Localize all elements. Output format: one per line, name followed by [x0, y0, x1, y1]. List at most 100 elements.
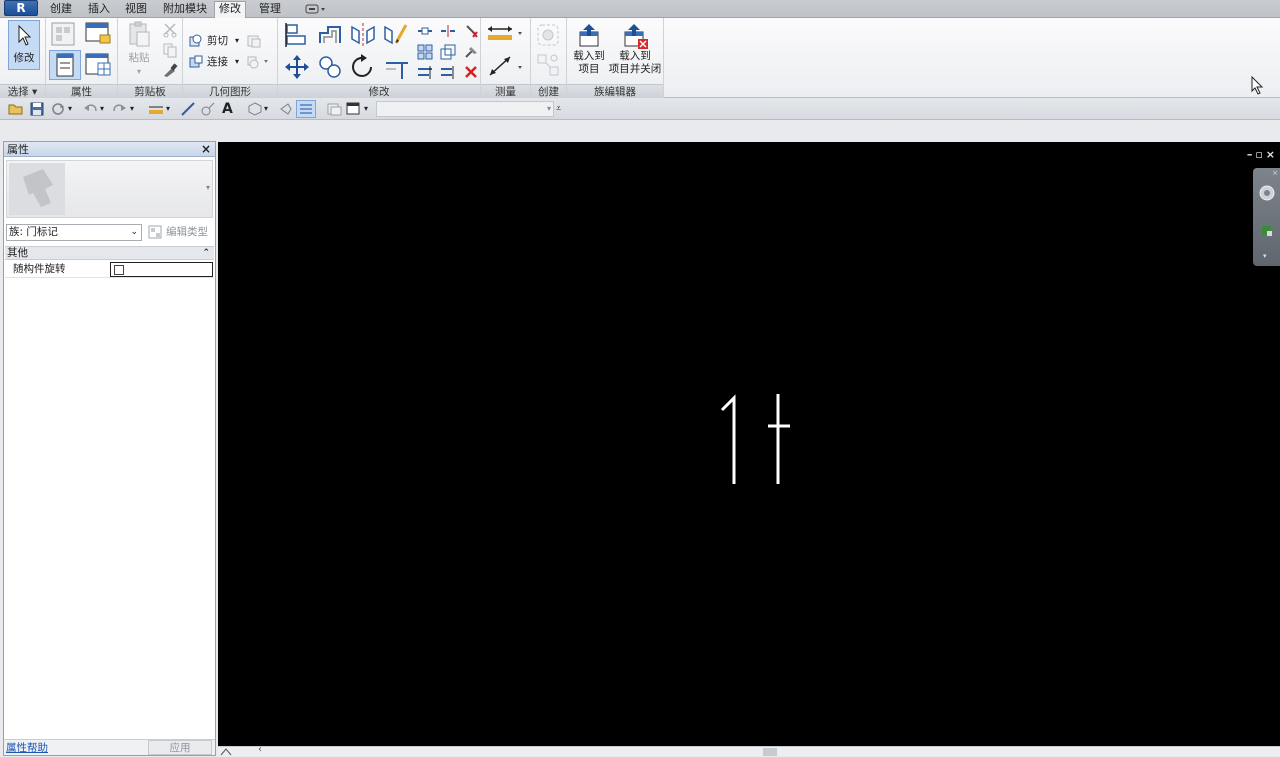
measure-between-references-icon[interactable] — [486, 23, 526, 45]
thin-lines-toggle[interactable] — [296, 100, 316, 118]
switch-windows-icon[interactable] — [346, 101, 362, 117]
customize-qat-icon[interactable]: ⩡ — [556, 101, 572, 117]
zoom-region-icon[interactable] — [1258, 222, 1276, 240]
join-dropdown-icon[interactable]: ▾ — [235, 55, 239, 69]
trim-multiple-icon[interactable] — [417, 64, 433, 80]
pin-icon[interactable] — [463, 44, 479, 60]
properties-palette: 属性 × ▾ 族: 门标记 ⌄ 编辑类型 其他 ⌃ 随构件旋转 属性帮助 应用 — [3, 141, 216, 756]
select-panel-label[interactable]: 选择 ▾ — [0, 84, 45, 98]
open-folder-icon[interactable] — [8, 101, 24, 117]
unpin-icon[interactable] — [463, 23, 479, 39]
tab-modify[interactable]: 修改 — [214, 1, 246, 19]
redo-dropdown-icon[interactable]: ▾ — [130, 101, 146, 117]
copy-icon[interactable] — [162, 42, 178, 58]
load-into-project-button[interactable]: 载入到 项目 — [569, 22, 609, 76]
copy-element-icon[interactable] — [316, 53, 344, 81]
family-filter-select[interactable]: 族: 门标记 ⌄ — [6, 224, 142, 241]
measure-panel: 测量 — [481, 18, 531, 98]
cut-scissors-icon[interactable] — [162, 22, 178, 38]
text-icon[interactable]: A — [222, 101, 238, 117]
family-types-icon[interactable] — [50, 21, 80, 47]
tag-by-category-icon[interactable] — [200, 101, 216, 117]
family-editor-panel: 载入到 项目 载入到 项目并关闭 族编辑器 — [567, 18, 664, 98]
create-group-icon[interactable] — [535, 22, 563, 48]
quick-access-toolbar: ▾ ▾ ▾ ▾ A ▾ ▾ ▾ ⩡ — [0, 98, 1280, 120]
properties-title: 属性 — [7, 143, 29, 156]
create-similar-icon[interactable] — [535, 52, 563, 80]
mirror-pick-axis-icon[interactable] — [349, 21, 377, 49]
mirror-draw-axis-icon[interactable] — [382, 21, 410, 49]
scroll-left-icon[interactable]: ‹ — [258, 744, 262, 755]
drawing-area[interactable]: –▫× × ▾ 1 — [218, 142, 1280, 746]
default-3d-view-icon[interactable] — [247, 101, 263, 117]
type-selector[interactable]: ▾ — [6, 160, 213, 218]
rotate-with-component-checkbox[interactable] — [114, 265, 124, 275]
measure-icon[interactable] — [180, 101, 196, 117]
cut-geometry-button[interactable]: 剪切 — [207, 34, 228, 48]
paste-button[interactable]: 粘贴 ▾ — [122, 20, 156, 78]
family-editor-panel-label: 族编辑器 — [567, 84, 663, 98]
scale-icon[interactable] — [440, 44, 456, 60]
match-properties-icon[interactable] — [162, 62, 178, 78]
rotate-icon[interactable] — [349, 53, 377, 81]
tab-view[interactable]: 视图 — [121, 2, 151, 18]
tab-create[interactable]: 创建 — [46, 2, 76, 18]
navigation-bar: × ▾ — [1253, 168, 1280, 266]
trim-extend-corner-icon[interactable] — [382, 53, 410, 81]
close-view-icon[interactable]: × — [1266, 148, 1278, 161]
qat-combo-box[interactable]: ▾ — [376, 101, 554, 117]
redo-icon[interactable] — [112, 101, 128, 117]
offset-icon[interactable] — [316, 21, 344, 49]
tab-addins[interactable]: 附加模块 — [159, 2, 211, 18]
load-into-project-and-close-button[interactable]: 载入到 项目并关闭 — [607, 22, 663, 76]
ribbon-minimize-toggle[interactable] — [304, 3, 328, 15]
split-with-gap-icon[interactable] — [440, 23, 456, 39]
measure-panel-label: 测量 — [481, 84, 530, 98]
unjoin-icon[interactable] — [246, 33, 262, 49]
align-icon[interactable] — [283, 21, 311, 49]
horizontal-scrollbar[interactable]: ‹ — [218, 744, 1280, 756]
properties-close-button[interactable]: × — [201, 142, 211, 157]
family-thumbnail-icon — [23, 169, 53, 207]
sync-central-icon[interactable] — [50, 101, 66, 117]
aligned-dimension-icon[interactable] — [148, 101, 164, 117]
delete-icon[interactable] — [463, 64, 479, 80]
properties-help-link[interactable]: 属性帮助 — [6, 740, 48, 756]
close-hidden-windows-icon[interactable] — [326, 101, 342, 117]
edit-type-button[interactable]: 编辑类型 — [146, 224, 214, 241]
modify-panel-label: 修改 — [278, 84, 480, 98]
paste-button-label: 粘贴 — [128, 52, 150, 64]
properties-toggle-button[interactable] — [49, 50, 81, 80]
application-menu-button[interactable]: R — [4, 0, 38, 16]
measure-along-element-icon[interactable] — [486, 53, 526, 79]
steering-wheel-icon[interactable] — [1258, 184, 1276, 202]
array-icon[interactable] — [417, 44, 433, 60]
move-icon[interactable] — [283, 53, 311, 81]
scroll-thumb[interactable] — [763, 748, 777, 756]
family-category-icon[interactable] — [84, 51, 114, 79]
tab-manage[interactable]: 管理 — [255, 2, 285, 18]
apply-button[interactable]: 应用 — [148, 740, 212, 755]
modify-button-label: 修改 — [13, 52, 35, 64]
tab-insert[interactable]: 插入 — [84, 2, 114, 18]
split-element-icon[interactable] — [417, 23, 433, 39]
modify-button[interactable]: 修改 — [8, 20, 40, 70]
parameter-group-header[interactable]: 其他 ⌃ — [5, 246, 214, 260]
chevron-down-icon: ⌄ — [130, 227, 138, 237]
nav-bar-close-icon[interactable]: × — [1272, 169, 1278, 177]
split-face-icon[interactable] — [246, 54, 270, 70]
save-icon[interactable] — [29, 101, 45, 117]
join-geometry-button[interactable]: 连接 — [207, 55, 228, 69]
type-properties-icon[interactable] — [84, 21, 114, 47]
cut-dropdown-icon[interactable]: ▾ — [235, 34, 239, 48]
edit-type-icon — [148, 225, 162, 239]
parameter-value-cell[interactable] — [110, 262, 213, 277]
restore-icon[interactable]: ▫ — [1255, 148, 1265, 161]
nav-bar-menu-icon[interactable]: ▾ — [1263, 252, 1267, 260]
section-icon[interactable] — [278, 101, 294, 117]
door-tag-label[interactable]: 1 — [718, 394, 748, 486]
undo-icon[interactable] — [82, 101, 98, 117]
trim-single-icon[interactable] — [440, 64, 456, 80]
view-window-controls[interactable]: –▫× — [1247, 148, 1278, 162]
collapse-chevron-icon[interactable]: ⌃ — [202, 247, 210, 260]
